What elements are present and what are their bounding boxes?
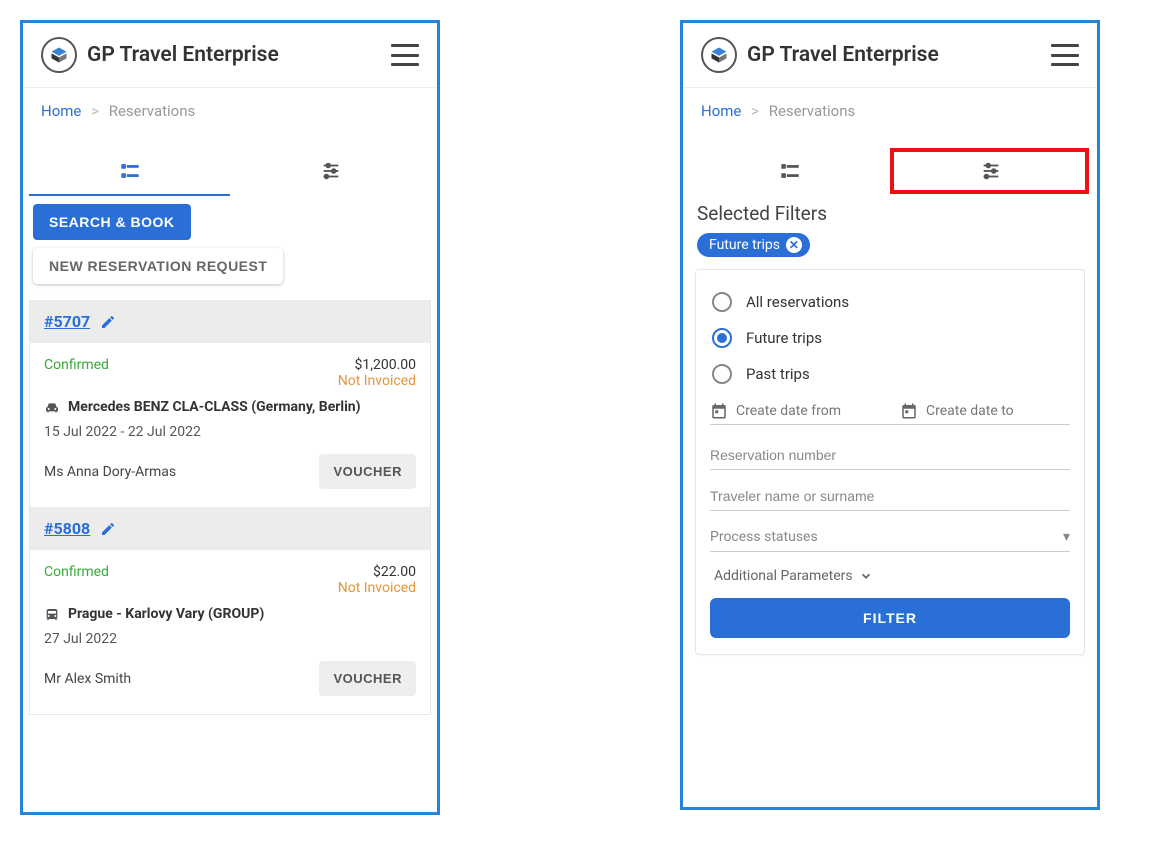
filter-chip: Future trips ✕ — [697, 233, 810, 257]
voucher-button[interactable]: VOUCHER — [319, 661, 416, 696]
reservation-number-input[interactable] — [710, 429, 1070, 470]
brand-title: GP Travel Enterprise — [87, 43, 391, 67]
edit-icon[interactable] — [100, 521, 116, 537]
list-screen: GP Travel Enterprise Home > Reservations… — [20, 20, 440, 815]
tab-filters[interactable] — [890, 148, 1091, 196]
radio-icon — [712, 292, 732, 312]
select-label: Process statuses — [710, 529, 818, 545]
order-ref-link[interactable]: #5707 — [44, 312, 90, 331]
radio-label: Past trips — [746, 365, 810, 383]
breadcrumb-sep: > — [91, 102, 99, 120]
order-body: Confirmed $1,200.00 Not Invoiced Mercede… — [30, 343, 430, 507]
traveler-name-input[interactable] — [710, 470, 1070, 511]
breadcrumb: Home > Reservations — [23, 88, 437, 134]
tab-list[interactable] — [689, 148, 890, 196]
breadcrumb-current: Reservations — [769, 102, 856, 120]
process-status-select[interactable]: Process statuses ▾ — [710, 511, 1070, 552]
radio-past[interactable]: Past trips — [710, 356, 1070, 392]
tab-list[interactable] — [29, 148, 230, 196]
order-header: #5707 — [30, 300, 430, 343]
invoice-status: Not Invoiced — [338, 373, 416, 389]
tab-row — [689, 148, 1091, 196]
order-ref-link[interactable]: #5808 — [44, 519, 90, 538]
search-book-button[interactable]: SEARCH & BOOK — [33, 204, 191, 240]
order-body: Confirmed $22.00 Not Invoiced Prague - K… — [30, 550, 430, 714]
action-buttons: SEARCH & BOOK NEW RESERVATION REQUEST — [23, 196, 437, 292]
remove-chip-icon[interactable]: ✕ — [786, 237, 802, 253]
order-dates: 15 Jul 2022 - 22 Jul 2022 — [44, 424, 416, 440]
app-header: GP Travel Enterprise — [23, 23, 437, 88]
app-header: GP Travel Enterprise — [683, 23, 1097, 88]
traveler-name: Mr Alex Smith — [44, 671, 131, 687]
date-from-label: Create date from — [736, 403, 841, 419]
filter-button[interactable]: FILTER — [710, 598, 1070, 638]
filter-card: All reservations Future trips Past trips… — [695, 269, 1085, 655]
calendar-icon — [900, 402, 918, 420]
status-badge: Confirmed — [44, 564, 109, 596]
menu-icon[interactable] — [1051, 44, 1079, 66]
date-from-field[interactable]: Create date from — [710, 402, 880, 420]
breadcrumb-home[interactable]: Home — [701, 102, 741, 120]
brand-title: GP Travel Enterprise — [747, 43, 1051, 67]
radio-future[interactable]: Future trips — [710, 320, 1070, 356]
tab-row — [29, 148, 431, 196]
calendar-icon — [710, 402, 728, 420]
date-to-label: Create date to — [926, 403, 1014, 419]
date-to-field[interactable]: Create date to — [900, 402, 1070, 420]
order-dates: 27 Jul 2022 — [44, 631, 416, 647]
radio-icon — [712, 328, 732, 348]
new-request-button[interactable]: NEW RESERVATION REQUEST — [33, 248, 283, 284]
order-list: #5707 Confirmed $1,200.00 Not Invoiced M… — [29, 300, 431, 715]
additional-params-toggle[interactable]: Additional Parameters — [714, 568, 1070, 584]
traveler-name: Ms Anna Dory-Armas — [44, 464, 176, 480]
filter-chip-label: Future trips — [709, 237, 780, 253]
order-amount: $22.00 — [338, 564, 416, 580]
radio-label: All reservations — [746, 293, 849, 311]
filters-screen: GP Travel Enterprise Home > Reservations… — [680, 20, 1100, 810]
radio-icon — [712, 364, 732, 384]
breadcrumb: Home > Reservations — [683, 88, 1097, 134]
breadcrumb-sep: > — [751, 102, 759, 120]
menu-icon[interactable] — [391, 44, 419, 66]
voucher-button[interactable]: VOUCHER — [319, 454, 416, 489]
radio-label: Future trips — [746, 329, 822, 347]
order-amount: $1,200.00 — [338, 357, 416, 373]
radio-all[interactable]: All reservations — [710, 284, 1070, 320]
brand-logo — [701, 37, 737, 73]
edit-icon[interactable] — [100, 314, 116, 330]
chevron-down-icon — [859, 569, 873, 583]
order-title: Mercedes BENZ CLA-CLASS (Germany, Berlin… — [68, 397, 361, 418]
invoice-status: Not Invoiced — [338, 580, 416, 596]
brand-logo — [41, 37, 77, 73]
car-icon — [44, 400, 60, 416]
tab-filters[interactable] — [230, 148, 431, 196]
bus-icon — [44, 607, 60, 623]
breadcrumb-home[interactable]: Home — [41, 102, 81, 120]
order-header: #5808 — [30, 507, 430, 550]
chevron-down-icon: ▾ — [1063, 529, 1070, 545]
status-badge: Confirmed — [44, 357, 109, 389]
addl-label: Additional Parameters — [714, 568, 853, 584]
order-title: Prague - Karlovy Vary (GROUP) — [68, 604, 264, 625]
selected-filters-label: Selected Filters — [697, 202, 1083, 225]
breadcrumb-current: Reservations — [109, 102, 196, 120]
